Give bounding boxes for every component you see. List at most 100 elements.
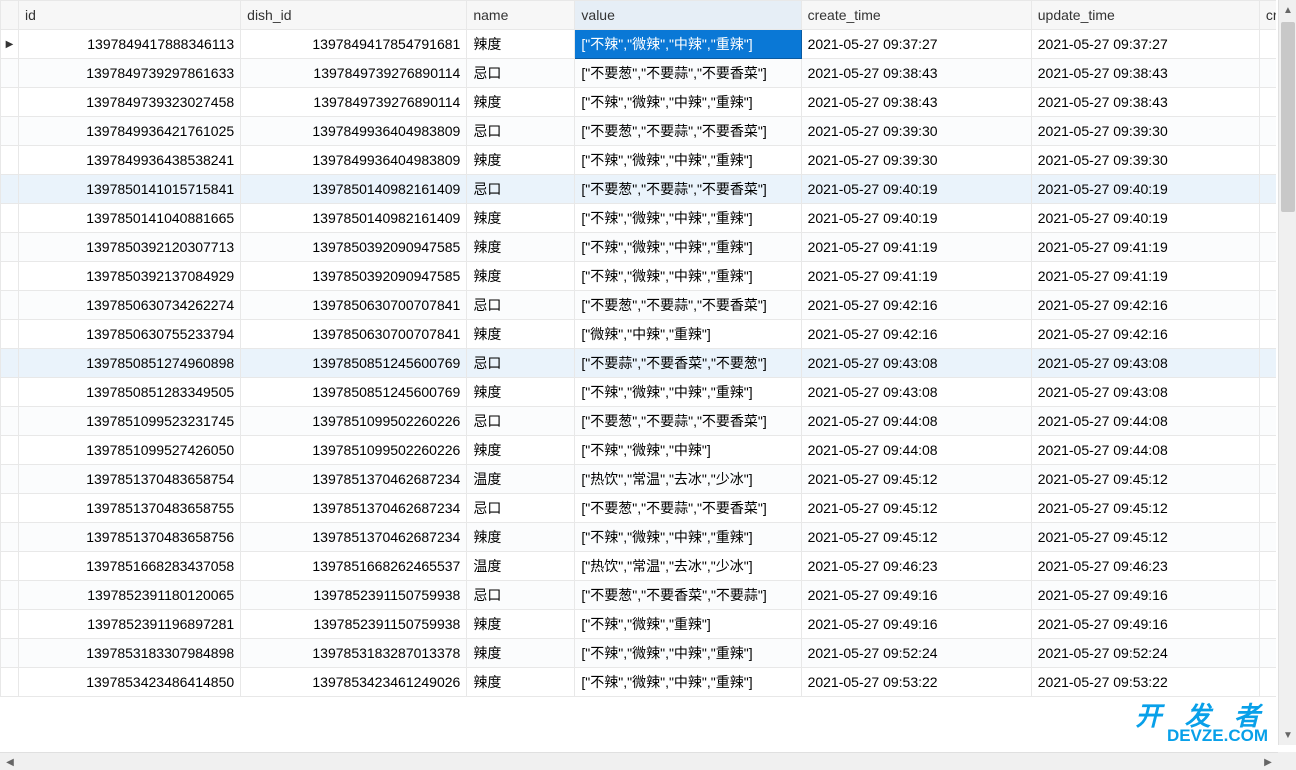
cell-dish-id[interactable]: 1397851370462687234 <box>241 465 467 494</box>
cell-update-time[interactable]: 2021-05-27 09:45:12 <box>1031 494 1259 523</box>
cell-dish-id[interactable]: 1397852391150759938 <box>241 610 467 639</box>
cell-value[interactable]: ["不辣","微辣","中辣","重辣"] <box>575 262 801 291</box>
cell-extra[interactable] <box>1259 610 1276 639</box>
cell-value[interactable]: ["不辣","微辣","重辣"] <box>575 610 801 639</box>
cell-name[interactable]: 辣度 <box>467 523 575 552</box>
cell-create-time[interactable]: 2021-05-27 09:40:19 <box>801 204 1031 233</box>
cell-update-time[interactable]: 2021-05-27 09:38:43 <box>1031 59 1259 88</box>
cell-name[interactable]: 辣度 <box>467 88 575 117</box>
cell-update-time[interactable]: 2021-05-27 09:44:08 <box>1031 407 1259 436</box>
column-header-create-time[interactable]: create_time <box>801 1 1031 30</box>
cell-create-time[interactable]: 2021-05-27 09:43:08 <box>801 349 1031 378</box>
scroll-up-icon[interactable]: ▲ <box>1280 2 1296 18</box>
cell-create-time[interactable]: 2021-05-27 09:37:27 <box>801 30 1031 59</box>
cell-id[interactable]: 1397850392137084929 <box>19 262 241 291</box>
cell-extra[interactable] <box>1259 146 1276 175</box>
cell-create-time[interactable]: 2021-05-27 09:44:08 <box>801 436 1031 465</box>
cell-name[interactable]: 辣度 <box>467 378 575 407</box>
scroll-left-icon[interactable]: ◀ <box>2 754 18 770</box>
cell-update-time[interactable]: 2021-05-27 09:41:19 <box>1031 262 1259 291</box>
cell-extra[interactable] <box>1259 465 1276 494</box>
table-row[interactable]: 13978501410408816651397850140982161409辣度… <box>1 204 1277 233</box>
cell-extra[interactable] <box>1259 88 1276 117</box>
cell-update-time[interactable]: 2021-05-27 09:53:22 <box>1031 668 1259 697</box>
cell-create-time[interactable]: 2021-05-27 09:38:43 <box>801 59 1031 88</box>
column-header-dish-id[interactable]: dish_id <box>241 1 467 30</box>
cell-dish-id[interactable]: 1397849936404983809 <box>241 117 467 146</box>
cell-name[interactable]: 辣度 <box>467 204 575 233</box>
cell-id[interactable]: 1397850851274960898 <box>19 349 241 378</box>
cell-name[interactable]: 辣度 <box>467 30 575 59</box>
cell-dish-id[interactable]: 1397850851245600769 <box>241 349 467 378</box>
cell-extra[interactable] <box>1259 175 1276 204</box>
cell-id[interactable]: 1397850141015715841 <box>19 175 241 204</box>
table-row[interactable]: 13978534234864148501397853423461249026辣度… <box>1 668 1277 697</box>
cell-dish-id[interactable]: 1397851370462687234 <box>241 494 467 523</box>
cell-extra[interactable] <box>1259 349 1276 378</box>
cell-id[interactable]: 1397850630734262274 <box>19 291 241 320</box>
table-row[interactable]: 13978499364217610251397849936404983809忌口… <box>1 117 1277 146</box>
cell-name[interactable]: 温度 <box>467 552 575 581</box>
cell-name[interactable]: 忌口 <box>467 175 575 204</box>
table-row[interactable]: 13978523911801200651397852391150759938忌口… <box>1 581 1277 610</box>
cell-id[interactable]: 1397851099523231745 <box>19 407 241 436</box>
data-grid[interactable]: id dish_id name value create_time update… <box>0 0 1276 745</box>
cell-value[interactable]: ["不辣","微辣","中辣","重辣"] <box>575 378 801 407</box>
cell-update-time[interactable]: 2021-05-27 09:40:19 <box>1031 204 1259 233</box>
cell-value[interactable]: ["热饮","常温","去冰","少冰"] <box>575 552 801 581</box>
cell-update-time[interactable]: 2021-05-27 09:42:16 <box>1031 320 1259 349</box>
table-row[interactable]: 13978499364385382411397849936404983809辣度… <box>1 146 1277 175</box>
row-indicator[interactable] <box>1 610 19 639</box>
cell-name[interactable]: 忌口 <box>467 59 575 88</box>
cell-update-time[interactable]: 2021-05-27 09:42:16 <box>1031 291 1259 320</box>
cell-extra[interactable] <box>1259 378 1276 407</box>
table-row[interactable]: 13978523911968972811397852391150759938辣度… <box>1 610 1277 639</box>
cell-dish-id[interactable]: 1397850392090947585 <box>241 233 467 262</box>
row-indicator[interactable] <box>1 117 19 146</box>
row-indicator[interactable] <box>1 262 19 291</box>
cell-update-time[interactable]: 2021-05-27 09:45:12 <box>1031 465 1259 494</box>
cell-create-time[interactable]: 2021-05-27 09:42:16 <box>801 291 1031 320</box>
cell-value[interactable]: ["不辣","微辣","中辣","重辣"] <box>575 233 801 262</box>
cell-id[interactable]: 1397852391196897281 <box>19 610 241 639</box>
table-row[interactable]: 13978516682834370581397851668262465537温度… <box>1 552 1277 581</box>
cell-extra[interactable] <box>1259 262 1276 291</box>
cell-name[interactable]: 辣度 <box>467 233 575 262</box>
cell-dish-id[interactable]: 1397849417854791681 <box>241 30 467 59</box>
row-indicator[interactable] <box>1 436 19 465</box>
cell-create-time[interactable]: 2021-05-27 09:53:22 <box>801 668 1031 697</box>
cell-extra[interactable] <box>1259 233 1276 262</box>
cell-id[interactable]: 1397850630755233794 <box>19 320 241 349</box>
cell-value[interactable]: ["热饮","常温","去冰","少冰"] <box>575 465 801 494</box>
cell-extra[interactable] <box>1259 59 1276 88</box>
row-indicator[interactable]: ▶ <box>1 30 19 59</box>
cell-update-time[interactable]: 2021-05-27 09:52:24 <box>1031 639 1259 668</box>
cell-create-time[interactable]: 2021-05-27 09:41:19 <box>801 262 1031 291</box>
horizontal-scrollbar[interactable]: ◀ ▶ <box>0 752 1278 770</box>
cell-value[interactable]: ["不辣","微辣","中辣","重辣"] <box>575 668 801 697</box>
cell-value[interactable]: ["不辣","微辣","中辣","重辣"] <box>575 146 801 175</box>
cell-create-time[interactable]: 2021-05-27 09:43:08 <box>801 378 1031 407</box>
cell-update-time[interactable]: 2021-05-27 09:40:19 <box>1031 175 1259 204</box>
cell-value[interactable]: ["不要蒜","不要香菜","不要葱"] <box>575 349 801 378</box>
cell-update-time[interactable]: 2021-05-27 09:49:16 <box>1031 581 1259 610</box>
cell-dish-id[interactable]: 1397850392090947585 <box>241 262 467 291</box>
cell-extra[interactable] <box>1259 639 1276 668</box>
cell-update-time[interactable]: 2021-05-27 09:38:43 <box>1031 88 1259 117</box>
cell-extra[interactable] <box>1259 407 1276 436</box>
row-indicator[interactable] <box>1 146 19 175</box>
table-row[interactable]: 13978510995232317451397851099502260226忌口… <box>1 407 1277 436</box>
cell-extra[interactable] <box>1259 494 1276 523</box>
cell-name[interactable]: 忌口 <box>467 581 575 610</box>
cell-id[interactable]: 1397849936438538241 <box>19 146 241 175</box>
row-indicator[interactable] <box>1 581 19 610</box>
cell-update-time[interactable]: 2021-05-27 09:43:08 <box>1031 378 1259 407</box>
cell-name[interactable]: 忌口 <box>467 117 575 146</box>
cell-value[interactable]: ["不辣","微辣","中辣","重辣"] <box>575 204 801 233</box>
cell-name[interactable]: 辣度 <box>467 668 575 697</box>
cell-value[interactable]: ["不辣","微辣","中辣"] <box>575 436 801 465</box>
cell-value[interactable]: ["不要葱","不要蒜","不要香菜"] <box>575 59 801 88</box>
row-indicator[interactable] <box>1 407 19 436</box>
row-indicator[interactable] <box>1 59 19 88</box>
cell-value[interactable]: ["微辣","中辣","重辣"] <box>575 320 801 349</box>
